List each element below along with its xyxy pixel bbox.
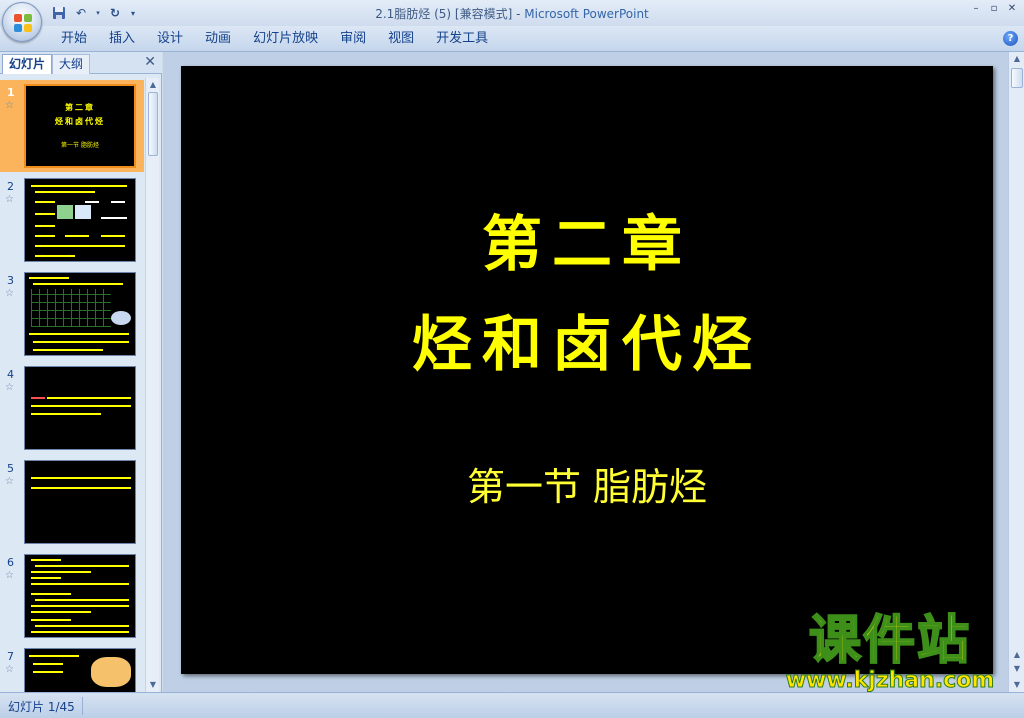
slide-number: 1 xyxy=(7,86,15,99)
help-icon[interactable]: ? xyxy=(1003,31,1018,46)
thumbnails-scrollbar[interactable]: ▲ ▼ xyxy=(145,78,159,692)
scroll-down-icon[interactable]: ▼ xyxy=(146,678,160,692)
slide-number: 6 xyxy=(7,556,14,569)
thumb-title-1: 第二章 xyxy=(65,103,95,112)
editor-scrollbar[interactable]: ▲ ▲ ▼ ▼ xyxy=(1008,52,1024,692)
slide-thumbnail-5[interactable]: 5 ☆ xyxy=(0,456,144,548)
slide-title-line-2[interactable]: 烃和卤代烃 xyxy=(181,296,993,383)
watermark-url: www.kjzhan.com xyxy=(785,668,995,694)
tab-slides[interactable]: 幻灯片 xyxy=(2,54,53,74)
tab-animations[interactable]: 动画 xyxy=(194,26,242,52)
animation-star-icon: ☆ xyxy=(5,476,14,487)
tab-view[interactable]: 视图 xyxy=(377,26,425,52)
slide-preview xyxy=(24,460,136,544)
slide-number: 5 xyxy=(7,462,14,475)
animation-star-icon: ☆ xyxy=(5,664,14,675)
close-pane-icon[interactable]: ✕ xyxy=(144,54,156,70)
slide-thumbnail-3[interactable]: 3 ☆ xyxy=(0,268,144,360)
thumb-subtitle: 第一节 脂肪烃 xyxy=(61,142,99,149)
thumb-title-2: 烃和卤代烃 xyxy=(55,117,105,126)
status-separator xyxy=(82,697,83,715)
application-name: Microsoft PowerPoint xyxy=(524,7,649,21)
slide-thumbnails: 1 ☆ 第二章 烃和卤代烃 第一节 脂肪烃 2 ☆ 3 ☆ 4 ☆ 5 ☆ 6 … xyxy=(0,78,144,692)
office-logo-icon xyxy=(14,14,32,32)
document-title: 2.1脂肪烃 (5) [兼容模式] - xyxy=(375,7,525,21)
slide-preview xyxy=(24,554,136,638)
slide-thumbnail-4[interactable]: 4 ☆ xyxy=(0,362,144,454)
window-controls: – ▫ ✕ xyxy=(968,2,1020,16)
minimize-button[interactable]: – xyxy=(968,2,984,16)
slide-editor: 第二章 烃和卤代烃 第一节 脂肪烃 ▲ ▲ ▼ ▼ xyxy=(163,52,1024,692)
slide-number: 4 xyxy=(7,368,14,381)
window-title: 2.1脂肪烃 (5) [兼容模式] - Microsoft PowerPoint xyxy=(0,5,1024,22)
slide-number: 7 xyxy=(7,650,14,663)
slide-thumbnail-2[interactable]: 2 ☆ xyxy=(0,174,144,266)
title-bar: ↶ ▾ ↻ ▾ 2.1脂肪烃 (5) [兼容模式] - Microsoft Po… xyxy=(0,0,1024,26)
slide-number: 2 xyxy=(7,180,14,193)
animation-star-icon: ☆ xyxy=(5,100,14,111)
animation-star-icon: ☆ xyxy=(5,570,14,581)
tab-review[interactable]: 审阅 xyxy=(329,26,377,52)
tab-insert[interactable]: 插入 xyxy=(98,26,146,52)
scrollbar-thumb[interactable] xyxy=(1011,68,1023,88)
slide-thumbnail-6[interactable]: 6 ☆ xyxy=(0,550,144,642)
restore-button[interactable]: ▫ xyxy=(986,2,1002,16)
slide-counter: 幻灯片 1/45 xyxy=(8,700,75,714)
animation-star-icon: ☆ xyxy=(5,194,14,205)
slide-subtitle[interactable]: 第一节 脂肪烃 xyxy=(181,456,993,511)
pane-tabs: 幻灯片 大纲 ✕ xyxy=(0,52,162,74)
scrollbar-thumb[interactable] xyxy=(148,92,158,156)
slide-thumbnail-7[interactable]: 7 ☆ xyxy=(0,644,144,692)
watermark-title: 课件站 xyxy=(808,611,971,671)
slide-title-line-1[interactable]: 第二章 xyxy=(181,196,993,283)
slide-number: 3 xyxy=(7,274,14,287)
slides-pane: 幻灯片 大纲 ✕ 1 ☆ 第二章 烃和卤代烃 第一节 脂肪烃 2 ☆ 3 ☆ 4… xyxy=(0,52,162,692)
slide-thumbnail-1[interactable]: 1 ☆ 第二章 烃和卤代烃 第一节 脂肪烃 xyxy=(0,80,144,172)
status-bar: 幻灯片 1/45 xyxy=(0,692,1024,718)
scroll-up-icon[interactable]: ▲ xyxy=(146,78,160,92)
close-button[interactable]: ✕ xyxy=(1004,2,1020,16)
previous-slide-icon[interactable]: ▲ xyxy=(1009,648,1024,662)
slide-preview xyxy=(24,366,136,450)
office-button[interactable] xyxy=(2,2,42,42)
scroll-up-icon[interactable]: ▲ xyxy=(1009,52,1024,66)
slide-preview xyxy=(24,648,136,692)
tab-slideshow[interactable]: 幻灯片放映 xyxy=(242,26,329,52)
tab-developer[interactable]: 开发工具 xyxy=(425,26,499,52)
slide-preview xyxy=(24,178,136,262)
next-slide-icon[interactable]: ▼ xyxy=(1009,662,1024,676)
tab-outline[interactable]: 大纲 xyxy=(52,54,91,74)
animation-star-icon: ☆ xyxy=(5,382,14,393)
slide-preview xyxy=(24,272,136,356)
ribbon-tabs: 开始 插入 设计 动画 幻灯片放映 审阅 视图 开发工具 xyxy=(50,26,499,52)
scroll-down-icon[interactable]: ▼ xyxy=(1009,678,1024,692)
current-slide[interactable]: 第二章 烃和卤代烃 第一节 脂肪烃 xyxy=(181,66,993,674)
animation-star-icon: ☆ xyxy=(5,288,14,299)
watermark-logo: 课件站 www.kjzhan.com xyxy=(770,611,1010,694)
ribbon: 开始 插入 设计 动画 幻灯片放映 审阅 视图 开发工具 ? xyxy=(0,26,1024,52)
tab-home[interactable]: 开始 xyxy=(50,26,98,52)
tab-design[interactable]: 设计 xyxy=(146,26,194,52)
slide-preview: 第二章 烃和卤代烃 第一节 脂肪烃 xyxy=(24,84,136,168)
